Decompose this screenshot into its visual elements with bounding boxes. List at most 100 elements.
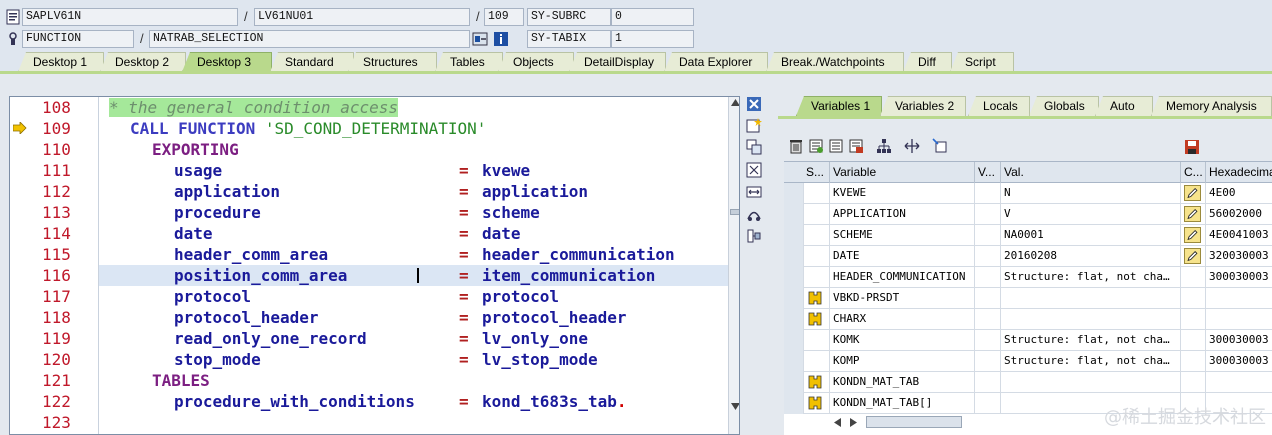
value-cell[interactable]: V — [1001, 204, 1181, 225]
value-cell[interactable] — [1001, 288, 1181, 309]
insert-row-icon[interactable] — [808, 138, 824, 154]
value-cell[interactable] — [1001, 309, 1181, 330]
change-cell[interactable] — [1181, 225, 1206, 246]
sysvar2-value-field[interactable]: 1 — [611, 30, 694, 48]
row-selector[interactable] — [784, 204, 804, 225]
scroll-thumb[interactable] — [730, 209, 739, 215]
tab-detaildisplay[interactable]: DetailDisplay — [569, 52, 666, 72]
breakpoint-gutter[interactable] — [10, 97, 32, 434]
variable-cell[interactable]: KOMK — [830, 330, 975, 351]
change-layout-icon[interactable] — [932, 138, 948, 154]
scroll-left-icon[interactable] — [834, 418, 841, 427]
table-row[interactable]: CHARX — [784, 309, 1272, 330]
col-header-c[interactable]: C... — [1181, 162, 1206, 183]
value-cell[interactable]: Structure: flat, not cha… — [1001, 330, 1181, 351]
value-cell[interactable]: Structure: flat, not cha… — [1001, 351, 1181, 372]
table-row[interactable]: KOMK Structure: flat, not cha… 300030003 — [784, 330, 1272, 351]
code-line-current[interactable]: CALL FUNCTION 'SD_COND_DETERMINATION' — [99, 118, 728, 139]
change-cell[interactable] — [1181, 204, 1206, 225]
row-selector[interactable] — [784, 372, 804, 393]
services-icon[interactable] — [746, 206, 762, 222]
variable-cell[interactable]: DATE — [830, 246, 975, 267]
event-type-field[interactable]: FUNCTION — [22, 30, 134, 48]
code-line[interactable]: * the general condition access — [99, 97, 728, 118]
col-header-v[interactable]: V... — [975, 162, 1001, 183]
tab-structures[interactable]: Structures — [348, 52, 437, 72]
tab-desktop-3[interactable]: Desktop 3 — [182, 52, 272, 72]
tab-locals[interactable]: Locals — [968, 96, 1030, 116]
code-line[interactable] — [99, 412, 728, 433]
change-cell[interactable] — [1181, 183, 1206, 204]
variable-cell[interactable]: VBKD-PRSDT — [830, 288, 975, 309]
variable-cell[interactable]: HEADER_COMMUNICATION — [830, 267, 975, 288]
line-field[interactable]: 109 — [484, 8, 524, 26]
code-line[interactable]: read_only_one_record = lv_only_one — [99, 328, 728, 349]
variable-cell[interactable]: KVEWE — [830, 183, 975, 204]
tab-desktop-2[interactable]: Desktop 2 — [100, 52, 186, 72]
code-line[interactable]: header_comm_area = header_communication — [99, 244, 728, 265]
col-header-hex[interactable]: Hexadecima — [1206, 162, 1272, 183]
pencil-icon[interactable] — [1184, 248, 1201, 264]
delete-row-icon[interactable] — [848, 138, 864, 154]
value-cell[interactable]: N — [1001, 183, 1181, 204]
table-row[interactable]: KONDN_MAT_TAB — [784, 372, 1272, 393]
navigate-structure-icon[interactable] — [904, 138, 920, 154]
variable-cell[interactable]: SCHEME — [830, 225, 975, 246]
code-line[interactable]: EXPORTING — [99, 139, 728, 160]
tab-standard[interactable]: Standard — [270, 52, 354, 72]
row-selector[interactable] — [784, 288, 804, 309]
include-field[interactable]: LV61NU01 — [254, 8, 470, 26]
variable-cell[interactable]: CHARX — [830, 309, 975, 330]
swap-tool-icon[interactable] — [746, 139, 762, 155]
sysvar2-name-field[interactable]: SY-TABIX — [527, 30, 611, 48]
code-line[interactable]: procedure_with_conditions = kond_t683s_tab… — [99, 391, 728, 412]
value-cell[interactable]: NA0001 — [1001, 225, 1181, 246]
variable-cell[interactable]: KONDN_MAT_TAB[] — [830, 393, 975, 414]
tab-data-explorer[interactable]: Data Explorer — [664, 52, 768, 72]
pencil-icon[interactable] — [1184, 185, 1201, 201]
tab-breakpoints[interactable]: Break./Watchpoints — [766, 52, 904, 72]
tab-tables[interactable]: Tables — [435, 52, 503, 72]
hierarchy-icon[interactable] — [876, 138, 892, 154]
new-tool-icon[interactable] — [746, 117, 762, 133]
delete-icon[interactable] — [788, 138, 804, 154]
scroll-up-icon[interactable] — [731, 99, 740, 106]
value-cell[interactable] — [1001, 372, 1181, 393]
code-line[interactable]: procedure = scheme — [99, 202, 728, 223]
tab-variables-1[interactable]: Variables 1 — [796, 96, 882, 116]
scroll-right-icon[interactable] — [850, 418, 857, 427]
variable-cell[interactable]: KOMP — [830, 351, 975, 372]
code-line-cursor[interactable]: position_comm_area = item_communication — [99, 265, 728, 286]
sysvar1-name-field[interactable]: SY-SUBRC — [527, 8, 611, 26]
scroll-thumb[interactable] — [866, 416, 962, 428]
save-icon[interactable] — [1184, 139, 1200, 155]
navigate-icon[interactable] — [472, 31, 488, 47]
row-selector[interactable] — [784, 351, 804, 372]
sysvar1-value-field[interactable]: 0 — [611, 8, 694, 26]
table-row[interactable]: VBKD-PRSDT — [784, 288, 1272, 309]
close-icon[interactable] — [746, 96, 762, 112]
tab-diff[interactable]: Diff — [903, 52, 952, 72]
tab-desktop-1[interactable]: Desktop 1 — [18, 52, 104, 72]
enlarge-horizontal-icon[interactable] — [746, 184, 762, 200]
code-text-area[interactable]: * the general condition access CALL FUNC… — [98, 97, 728, 434]
code-line[interactable]: TABLES — [99, 370, 728, 391]
col-header-s[interactable]: S... — [784, 162, 830, 183]
row-selector[interactable] — [784, 183, 804, 204]
table-row[interactable]: KVEWE N 4E00 — [784, 183, 1272, 204]
table-horizontal-scrollbar[interactable] — [830, 415, 980, 429]
event-name-field[interactable]: NATRAB_SELECTION — [149, 30, 470, 48]
row-selector[interactable] — [784, 225, 804, 246]
code-line[interactable]: stop_mode = lv_stop_mode — [99, 349, 728, 370]
table-row[interactable]: DATE 20160208 320030003 — [784, 246, 1272, 267]
tab-globals[interactable]: Globals — [1029, 96, 1099, 116]
row-selector[interactable] — [784, 267, 804, 288]
settings-tool-icon[interactable] — [746, 228, 762, 244]
program-field[interactable]: SAPLV61N — [22, 8, 238, 26]
variable-cell[interactable]: APPLICATION — [830, 204, 975, 225]
table-row[interactable]: APPLICATION V 56002000 — [784, 204, 1272, 225]
code-line[interactable]: protocol = protocol — [99, 286, 728, 307]
col-header-variable[interactable]: Variable — [830, 162, 975, 183]
row-selector[interactable] — [784, 330, 804, 351]
row-selector[interactable] — [784, 309, 804, 330]
